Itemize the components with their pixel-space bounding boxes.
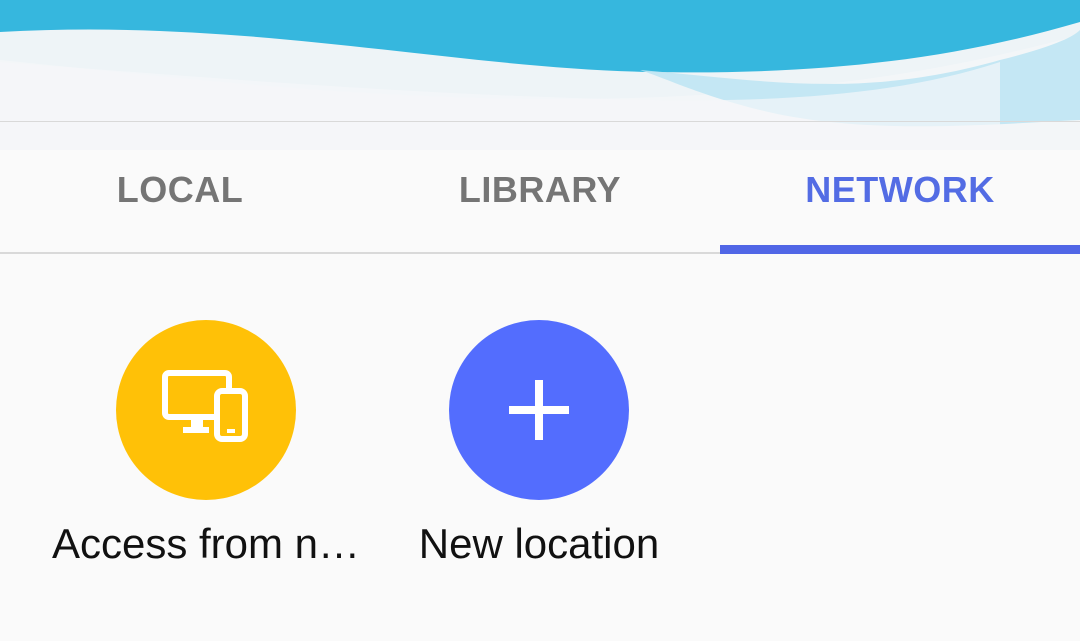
access-from-network-item[interactable]: Access from n… bbox=[41, 320, 371, 574]
tab-local[interactable]: LOCAL bbox=[0, 122, 360, 252]
new-location-circle bbox=[449, 320, 629, 500]
tab-network[interactable]: NETWORK bbox=[720, 122, 1080, 254]
tab-network-label: NETWORK bbox=[805, 169, 995, 210]
access-from-network-label: Access from n… bbox=[51, 520, 361, 567]
tab-local-label: LOCAL bbox=[116, 169, 244, 210]
tab-bar: LOCAL LIBRARY NETWORK bbox=[0, 121, 1080, 254]
access-from-network-circle bbox=[116, 320, 296, 500]
plus-icon bbox=[509, 380, 569, 440]
active-tab-indicator bbox=[720, 245, 1080, 254]
new-location-item[interactable]: New location bbox=[374, 320, 704, 574]
tab-library[interactable]: LIBRARY bbox=[360, 122, 720, 252]
devices-icon bbox=[162, 370, 248, 442]
new-location-label: New location bbox=[418, 520, 660, 567]
tab-library-label: LIBRARY bbox=[458, 169, 622, 210]
